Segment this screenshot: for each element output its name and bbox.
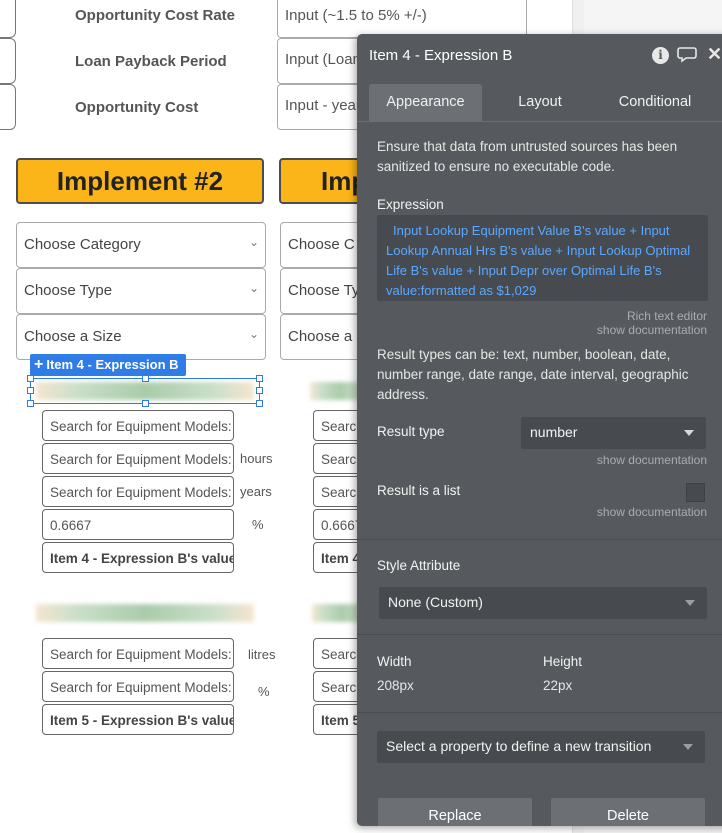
dropdown-label: Choose C bbox=[288, 236, 355, 253]
resize-handle[interactable] bbox=[256, 375, 263, 382]
divider bbox=[357, 634, 722, 635]
expression-image-3 bbox=[36, 604, 254, 622]
style-attribute-label: Style Attribute bbox=[377, 558, 461, 573]
expression-text: Input Lookup Equipment Value B's value +… bbox=[386, 223, 691, 298]
result-type-value: number bbox=[530, 424, 578, 440]
equipment-search-field-2[interactable]: Searc bbox=[313, 476, 363, 507]
divider bbox=[357, 539, 722, 540]
dropdown-label: Choose a bbox=[288, 328, 353, 345]
expression-value-field[interactable]: Item 5 - Expression B's value bbox=[42, 704, 234, 735]
implement-2-button[interactable]: Implement #2 bbox=[16, 158, 264, 204]
tab-appearance[interactable]: Appearance bbox=[369, 84, 482, 122]
caret-down-icon bbox=[683, 744, 693, 750]
left-input-partial[interactable] bbox=[0, 84, 16, 130]
panel-tabs: Appearance Layout Conditional bbox=[357, 84, 722, 122]
resize-handle[interactable] bbox=[256, 400, 263, 407]
rate-field[interactable]: 0.6667 bbox=[42, 509, 234, 540]
chevron-down-icon: ⌄ bbox=[248, 281, 259, 295]
security-warning: Ensure that data from untrusted sources … bbox=[377, 139, 678, 174]
selected-element-label[interactable]: + Item 4 - Expression B bbox=[30, 354, 186, 376]
info-icon[interactable]: i bbox=[652, 47, 669, 64]
comment-icon[interactable] bbox=[677, 45, 697, 67]
opportunity-cost-rate-input[interactable]: Input (~1.5 to 5% +/-) bbox=[277, 0, 527, 38]
show-documentation-link[interactable]: show documentation bbox=[597, 323, 707, 337]
equipment-search-field[interactable]: Search for Equipment Models: bbox=[42, 476, 234, 507]
equipment-search-field[interactable]: Search for Equipment Models: bbox=[42, 410, 234, 441]
show-documentation-link[interactable]: show documentation bbox=[597, 505, 707, 519]
equipment-search-field-2[interactable]: Searc bbox=[313, 671, 363, 702]
close-icon[interactable]: ✕ bbox=[707, 44, 722, 65]
tab-conditional[interactable]: Conditional bbox=[605, 84, 705, 122]
unit-label: hours bbox=[240, 451, 273, 466]
dropdown-label: Choose Category bbox=[24, 236, 141, 253]
width-value[interactable]: 208px bbox=[377, 678, 414, 693]
tab-layout[interactable]: Layout bbox=[497, 84, 583, 122]
selection-box[interactable] bbox=[27, 375, 263, 407]
unit-label: years bbox=[240, 484, 272, 499]
replace-button[interactable]: Replace bbox=[378, 798, 532, 826]
unit-label: litres bbox=[248, 647, 276, 662]
expression-label: Expression bbox=[377, 197, 444, 212]
height-label: Height bbox=[543, 654, 583, 669]
expression-value-field-2[interactable]: Item 4 bbox=[313, 542, 363, 573]
dropdown-label: Choose Type bbox=[24, 282, 113, 299]
chevron-down-icon: ⌄ bbox=[248, 327, 259, 341]
style-attribute-select[interactable]: None (Custom) bbox=[379, 587, 707, 619]
equipment-search-field[interactable]: Search for Equipment Models: bbox=[42, 638, 234, 669]
plus-icon: + bbox=[34, 356, 44, 373]
equipment-search-field[interactable]: Search for Equipment Models: bbox=[42, 443, 234, 474]
choose-category-dropdown[interactable]: Choose Category ⌄ bbox=[16, 222, 266, 268]
dropdown-label: Choose a Size bbox=[24, 328, 122, 345]
property-editor-panel: Item 4 - Expression B i ✕ Appearance Lay… bbox=[357, 34, 722, 826]
expression-editor[interactable]: Input Lookup Equipment Value B's value +… bbox=[377, 215, 708, 301]
unit-label: % bbox=[252, 517, 264, 532]
rich-text-editor-link[interactable]: Rich text editor bbox=[627, 309, 707, 323]
row-label-opportunity-cost: Opportunity Cost bbox=[75, 99, 199, 116]
result-type-select[interactable]: number bbox=[521, 417, 706, 449]
equipment-search-field-2[interactable]: Searc bbox=[313, 443, 363, 474]
dropdown-label: Choose Ty bbox=[288, 282, 360, 299]
result-is-list-checkbox[interactable] bbox=[686, 483, 705, 502]
equipment-search-field-2[interactable]: Searc bbox=[313, 638, 363, 669]
result-types-info: Result types can be: text, number, boole… bbox=[377, 347, 689, 402]
equipment-search-field[interactable]: Search for Equipment Models: bbox=[42, 671, 234, 702]
choose-type-dropdown[interactable]: Choose Type ⌄ bbox=[16, 268, 266, 314]
equipment-search-field-2[interactable]: Searc bbox=[313, 410, 363, 441]
implement-3-button[interactable]: Imp bbox=[279, 158, 369, 204]
result-type-label: Result type bbox=[377, 424, 445, 439]
resize-handle[interactable] bbox=[27, 400, 34, 407]
row-label-loan-payback-period: Loan Payback Period bbox=[75, 53, 227, 70]
transition-select[interactable]: Select a property to define a new transi… bbox=[377, 731, 705, 763]
expression-value-field-2[interactable]: Item 5 bbox=[313, 704, 363, 735]
show-documentation-link[interactable]: show documentation bbox=[597, 453, 707, 467]
delete-button[interactable]: Delete bbox=[551, 798, 705, 826]
resize-handle[interactable] bbox=[256, 387, 263, 394]
resize-handle[interactable] bbox=[27, 387, 34, 394]
panel-title: Item 4 - Expression B bbox=[369, 47, 513, 64]
resize-handle[interactable] bbox=[142, 375, 149, 382]
caret-down-icon bbox=[685, 600, 695, 606]
resize-handle[interactable] bbox=[142, 400, 149, 407]
caret-down-icon bbox=[684, 430, 694, 436]
expression-value-field[interactable]: Item 4 - Expression B's value bbox=[42, 542, 234, 573]
resize-handle[interactable] bbox=[27, 375, 34, 382]
style-attribute-value: None (Custom) bbox=[388, 594, 483, 610]
width-label: Width bbox=[377, 654, 412, 669]
transition-placeholder: Select a property to define a new transi… bbox=[386, 738, 652, 754]
unit-label: % bbox=[258, 684, 270, 699]
left-input-partial[interactable] bbox=[0, 0, 16, 38]
left-input-partial[interactable] bbox=[0, 38, 16, 84]
selected-element-name: Item 4 - Expression B bbox=[46, 357, 179, 372]
chevron-down-icon: ⌄ bbox=[248, 235, 259, 249]
result-is-list-label: Result is a list bbox=[377, 483, 461, 498]
rate-field-2[interactable]: 0.6667 bbox=[313, 509, 363, 540]
height-value[interactable]: 22px bbox=[543, 678, 572, 693]
row-label-opportunity-cost-rate: Opportunity Cost Rate bbox=[75, 7, 235, 24]
divider bbox=[357, 712, 722, 713]
